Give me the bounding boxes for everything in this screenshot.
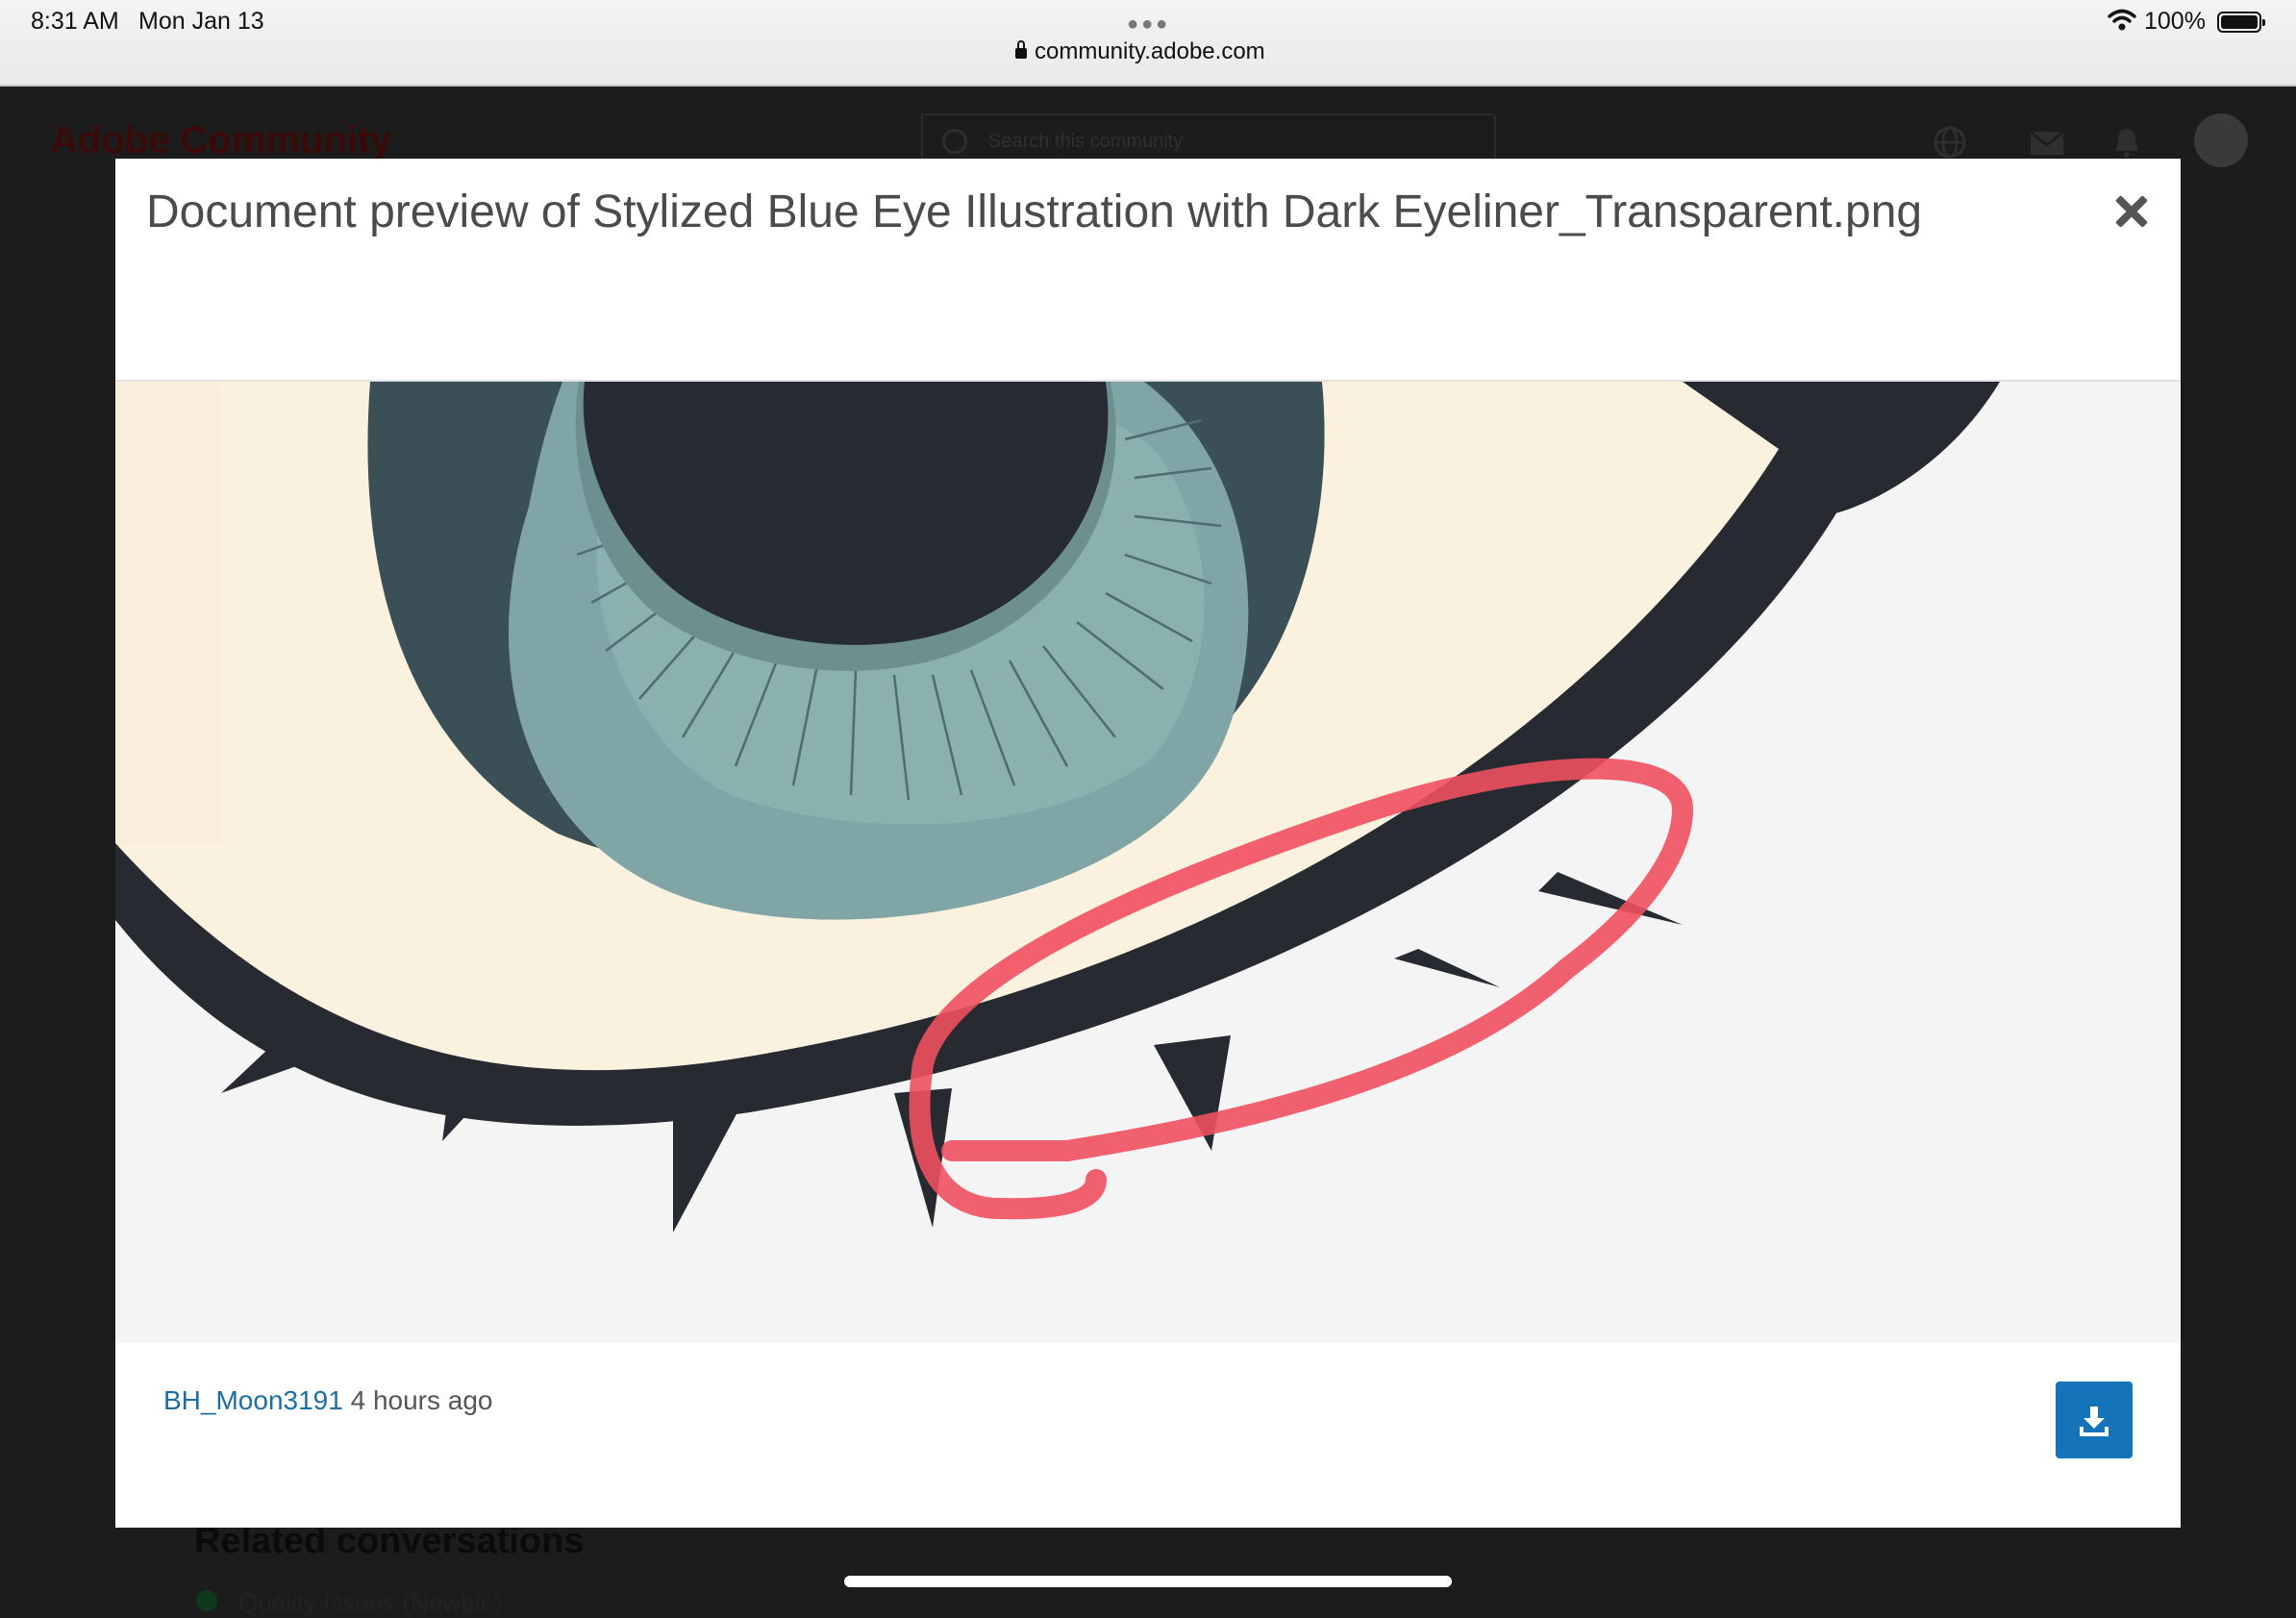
- post-time: 4 hours ago: [350, 1385, 493, 1415]
- post-meta: BH_Moon3191 4 hours ago: [163, 1385, 492, 1416]
- wifi-icon: [2108, 8, 2136, 37]
- lock-icon: [1015, 40, 1027, 59]
- search-icon: [942, 129, 967, 154]
- modal-title: Document preview of Stylized Blue Eye Il…: [146, 187, 1923, 237]
- image-preview: [115, 380, 2181, 1343]
- author-link[interactable]: BH_Moon3191: [163, 1385, 343, 1415]
- battery-icon: [2217, 12, 2265, 33]
- address-bar[interactable]: community.adobe.com: [1015, 38, 1265, 65]
- download-button[interactable]: [2056, 1382, 2133, 1458]
- close-icon[interactable]: [2109, 189, 2154, 234]
- bell-icon: [2109, 125, 2144, 160]
- avatar: [2194, 113, 2248, 167]
- status-bar: 8:31 AM Mon Jan 13 ●●● community.adobe.c…: [0, 0, 2296, 87]
- address-url: community.adobe.com: [1035, 38, 1265, 64]
- multitasking-dots-icon[interactable]: ●●●: [1127, 13, 1170, 36]
- globe-icon: [1933, 125, 1967, 160]
- document-preview-modal: Document preview of Stylized Blue Eye Il…: [115, 159, 2181, 1528]
- status-dot: [196, 1590, 217, 1611]
- eye-illustration: [115, 382, 2181, 1343]
- status-date: Mon Jan 13: [138, 8, 264, 35]
- download-icon: [2080, 1406, 2109, 1436]
- search-placeholder: Search this community: [988, 131, 1184, 152]
- mail-icon: [2029, 125, 2064, 160]
- home-indicator[interactable]: [844, 1576, 1452, 1587]
- battery-percent: 100%: [2144, 8, 2206, 35]
- status-time: 8:31 AM: [31, 8, 119, 35]
- site-logo: Adobe Community: [50, 119, 392, 162]
